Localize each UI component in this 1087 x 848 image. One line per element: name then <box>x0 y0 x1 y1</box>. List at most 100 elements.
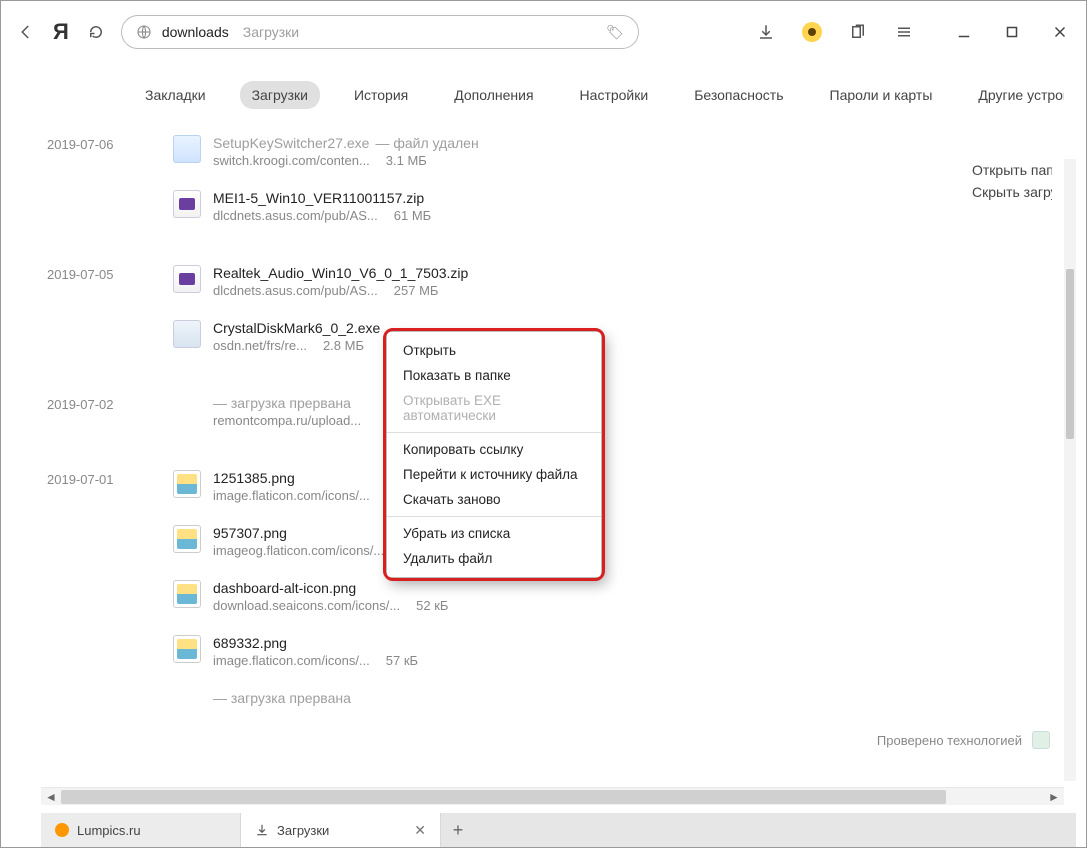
collections-icon[interactable] <box>848 22 868 42</box>
downloads-page: Закладки Загрузки История Дополнения Нас… <box>41 63 1076 813</box>
file-source: image.flaticon.com/icons/... <box>213 653 370 668</box>
scroll-left-icon[interactable]: ◄ <box>41 790 61 804</box>
nav-downloads[interactable]: Загрузки <box>240 81 320 109</box>
file-source: osdn.net/frs/re... <box>213 338 307 353</box>
list-item[interactable]: dashboard-alt-icon.png download.seaicons… <box>41 572 1064 627</box>
file-source: switch.kroogi.com/conten... <box>213 153 370 168</box>
list-item[interactable]: 2019-07-05 Realtek_Audio_Win10_V6_0_1_75… <box>41 257 1064 312</box>
ctx-separator <box>387 432 601 433</box>
minimize-button[interactable] <box>954 22 974 42</box>
file-icon <box>173 190 201 218</box>
nav-history[interactable]: История <box>342 81 420 109</box>
downloads-icon[interactable] <box>756 22 776 42</box>
file-name: 689332.png <box>213 635 287 651</box>
file-source: imageog.flaticon.com/icons/... <box>213 543 384 558</box>
page-nav: Закладки Загрузки История Дополнения Нас… <box>41 63 1064 127</box>
file-icon <box>173 265 201 293</box>
scroll-thumb[interactable] <box>61 790 946 804</box>
reload-button[interactable] <box>81 17 111 47</box>
file-size: 257 МБ <box>394 283 439 298</box>
favicon-icon <box>55 823 69 837</box>
nav-bookmarks[interactable]: Закладки <box>133 81 218 109</box>
content-area: Закладки Загрузки История Дополнения Нас… <box>1 63 1086 847</box>
close-tab-icon[interactable]: ✕ <box>414 822 426 839</box>
file-name: 1251385.png <box>213 470 295 486</box>
file-icon <box>173 470 201 498</box>
ctx-separator <box>387 516 601 517</box>
file-icon <box>173 580 201 608</box>
download-icon <box>255 823 269 837</box>
url-secondary: Загрузки <box>243 24 299 40</box>
yandex-logo[interactable]: Я <box>51 19 71 45</box>
globe-icon <box>136 24 152 40</box>
back-button[interactable] <box>11 17 41 47</box>
menu-icon[interactable] <box>894 22 914 42</box>
downloads-body: Закладки Загрузки История Дополнения Нас… <box>41 63 1064 783</box>
address-bar[interactable]: downloads Загрузки 🏷 <box>121 15 639 49</box>
ctx-show-folder[interactable]: Показать в папке <box>387 363 601 388</box>
file-size: 3.1 МБ <box>386 153 427 168</box>
browser-tab[interactable]: Lumpics.ru <box>41 813 241 847</box>
nav-settings[interactable]: Настройки <box>568 81 661 109</box>
file-source: dlcdnets.asus.com/pub/AS... <box>213 208 378 223</box>
toolbar-right <box>756 22 1076 42</box>
scroll-right-icon[interactable]: ► <box>1044 790 1064 804</box>
vscroll-thumb[interactable] <box>1066 269 1074 439</box>
file-name: Realtek_Audio_Win10_V6_0_1_7503.zip <box>213 265 468 281</box>
nav-passwords[interactable]: Пароли и карты <box>818 81 945 109</box>
nav-addons[interactable]: Дополнения <box>442 81 545 109</box>
browser-window: Я downloads Загрузки 🏷 <box>1 1 1086 847</box>
file-source: remontcompa.ru/upload... <box>213 413 361 428</box>
browser-tab[interactable]: Загрузки ✕ <box>241 813 441 847</box>
ctx-redownload[interactable]: Скачать заново <box>387 487 601 512</box>
list-item[interactable]: 2019-07-06 SetupKeySwitcher27.exe — файл… <box>41 127 1064 182</box>
ctx-auto-open: Открывать EXE автоматически <box>387 388 601 428</box>
ctx-go-source[interactable]: Перейти к источнику файла <box>387 462 601 487</box>
browser-toolbar: Я downloads Загрузки 🏷 <box>1 1 1086 63</box>
file-size: 57 кБ <box>386 653 418 668</box>
tab-bar: Lumpics.ru Загрузки ✕ + <box>41 813 1076 847</box>
ctx-copy-link[interactable]: Копировать ссылку <box>387 437 601 462</box>
vertical-scrollbar[interactable] <box>1064 159 1076 781</box>
file-source: image.flaticon.com/icons/... <box>213 488 370 503</box>
list-item[interactable]: — загрузка прервана <box>41 682 1064 720</box>
horizontal-scrollbar[interactable]: ◄ ► <box>41 787 1064 805</box>
url-primary: downloads <box>162 24 229 40</box>
tab-title: Загрузки <box>277 823 329 838</box>
file-size: 52 кБ <box>416 598 448 613</box>
list-item[interactable]: 689332.png image.flaticon.com/icons/... … <box>41 627 1064 682</box>
list-item[interactable]: MEI1-5_Win10_VER11001157.zip dlcdnets.as… <box>41 182 1064 237</box>
file-name: dashboard-alt-icon.png <box>213 580 356 596</box>
av-logo-icon <box>1032 731 1050 749</box>
tab-title: Lumpics.ru <box>77 823 141 838</box>
checked-by-label: Проверено технологией <box>877 731 1050 749</box>
nav-devices[interactable]: Другие устройства <box>966 81 1064 109</box>
vpn-icon[interactable] <box>802 22 822 42</box>
context-menu: Открыть Показать в папке Открывать EXE а… <box>386 331 602 578</box>
file-name: SetupKeySwitcher27.exe <box>213 135 369 151</box>
date-label: 2019-07-05 <box>47 267 114 282</box>
ctx-open[interactable]: Открыть <box>387 338 601 363</box>
file-icon <box>173 320 201 348</box>
maximize-button[interactable] <box>1002 22 1022 42</box>
file-size: 61 МБ <box>394 208 431 223</box>
window-controls <box>954 22 1070 42</box>
status-interrupted: — загрузка прервана <box>213 690 351 706</box>
file-icon <box>173 135 201 163</box>
nav-security[interactable]: Безопасность <box>682 81 795 109</box>
status-interrupted: — загрузка прервана <box>213 395 351 411</box>
file-icon <box>173 635 201 663</box>
bookmark-icon[interactable]: 🏷 <box>606 24 624 41</box>
file-name: 957307.png <box>213 525 287 541</box>
ctx-delete[interactable]: Удалить файл <box>387 546 601 571</box>
date-label: 2019-07-02 <box>47 397 114 412</box>
file-name: MEI1-5_Win10_VER11001157.zip <box>213 190 424 206</box>
new-tab-button[interactable]: + <box>441 813 475 847</box>
close-button[interactable] <box>1050 22 1070 42</box>
file-source: download.seaicons.com/icons/... <box>213 598 400 613</box>
file-name: CrystalDiskMark6_0_2.exe <box>213 320 380 336</box>
ctx-remove[interactable]: Убрать из списка <box>387 521 601 546</box>
file-icon <box>173 525 201 553</box>
file-source: dlcdnets.asus.com/pub/AS... <box>213 283 378 298</box>
status-deleted: — файл удален <box>375 135 478 151</box>
